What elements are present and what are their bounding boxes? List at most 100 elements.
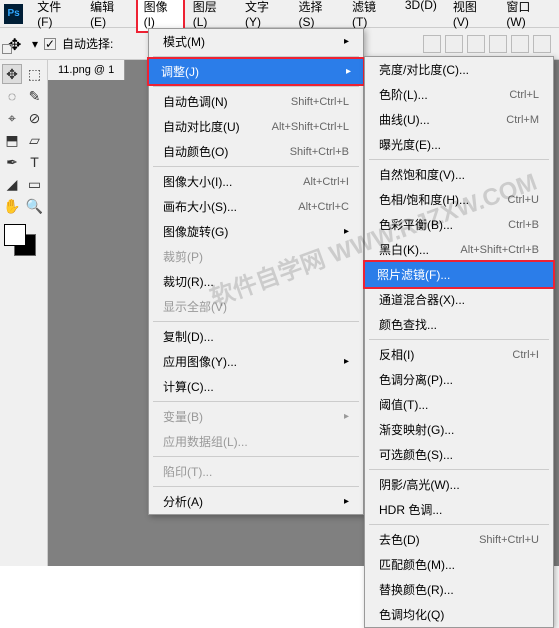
menu-item-应用图像Y[interactable]: 应用图像(Y)... [149, 349, 363, 374]
separator [369, 339, 549, 340]
dropdown-arrow-icon[interactable]: ▾ [32, 37, 38, 51]
tool-6[interactable]: ⬒ [2, 130, 22, 150]
menu-item-label: 颜色查找... [379, 316, 437, 333]
foreground-swatch[interactable] [4, 224, 26, 246]
menu-item-图像旋转G[interactable]: 图像旋转(G) [149, 219, 363, 244]
menu-item-自动色调N[interactable]: 自动色调(N)Shift+Ctrl+L [149, 89, 363, 114]
menu-item-label: 计算(C)... [163, 378, 214, 395]
menu-item-label: 裁切(R)... [163, 273, 214, 290]
menu-item-阴影/高光W[interactable]: 阴影/高光(W)... [365, 472, 553, 497]
menu-item-label: 曝光度(E)... [379, 136, 441, 153]
menu-item-照片滤镜F[interactable]: 照片滤镜(F)... [363, 260, 555, 289]
color-swatches[interactable] [2, 224, 45, 260]
menu-item-通道混合器X[interactable]: 通道混合器(X)... [365, 287, 553, 312]
document-tab[interactable]: 11.png @ 1 [48, 60, 125, 80]
menu-item-调整J[interactable]: 调整(J) [147, 57, 365, 86]
shortcut-label: Ctrl+L [509, 89, 539, 101]
tool-4[interactable]: ⌖ [2, 108, 22, 128]
tool-10[interactable]: ◢ [2, 174, 22, 194]
menu-item-label: 复制(D)... [163, 328, 214, 345]
menu-item-色相/饱和度H[interactable]: 色相/饱和度(H)...Ctrl+U [365, 187, 553, 212]
menu-item-色阶L[interactable]: 色阶(L)... Ctrl+L [365, 82, 553, 107]
menu-item-label: 自动色调(N) [163, 93, 228, 110]
align-icon[interactable] [423, 35, 441, 53]
menu-item-label: 反相(I) [379, 346, 414, 363]
shortcut-label: Ctrl+I [512, 349, 539, 361]
menu-文件F[interactable]: 文件(F) [29, 0, 82, 33]
menu-item-曝光度E[interactable]: 曝光度(E)... [365, 132, 553, 157]
menu-item-色彩平衡B[interactable]: 色彩平衡(B)...Ctrl+B [365, 212, 553, 237]
shortcut-label: Shift+Ctrl+B [290, 146, 349, 158]
quickmask-icon[interactable] [2, 44, 12, 54]
align-icon[interactable] [511, 35, 529, 53]
menu-item-label: 调整(J) [161, 63, 199, 80]
menu-item-阈值T[interactable]: 阈值(T)... [365, 392, 553, 417]
menu-3DD[interactable]: 3D(D) [397, 0, 445, 33]
menu-item-label: 去色(D) [379, 531, 420, 548]
tool-8[interactable]: ✒ [2, 152, 22, 172]
separator [153, 166, 359, 167]
menu-item-label: 裁剪(P) [163, 248, 203, 265]
menu-item-渐变映射G[interactable]: 渐变映射(G)... [365, 417, 553, 442]
tool-11[interactable]: ▭ [25, 174, 45, 194]
menu-item-label: 色调分离(P)... [379, 371, 453, 388]
menu-item-亮度/对比度C[interactable]: 亮度/对比度(C)... [365, 57, 553, 82]
align-icon[interactable] [445, 35, 463, 53]
shortcut-label: Alt+Shift+Ctrl+L [272, 121, 349, 133]
menu-item-曲线U[interactable]: 曲线(U)... Ctrl+M [365, 107, 553, 132]
menu-item-去色D[interactable]: 去色(D)Shift+Ctrl+U [365, 527, 553, 552]
menu-item-自动颜色O[interactable]: 自动颜色(O) Shift+Ctrl+B [149, 139, 363, 164]
menu-item-计算C[interactable]: 计算(C)... [149, 374, 363, 399]
align-icon[interactable] [467, 35, 485, 53]
menu-item-分析A[interactable]: 分析(A) [149, 489, 363, 514]
tool-1[interactable]: ⬚ [25, 64, 45, 84]
menu-item-复制D[interactable]: 复制(D)... [149, 324, 363, 349]
menu-item-label: 亮度/对比度(C)... [379, 61, 469, 78]
menu-item-label: 陷印(T)... [163, 463, 212, 480]
menu-item-自动对比度U[interactable]: 自动对比度(U)Alt+Shift+Ctrl+L [149, 114, 363, 139]
tool-0[interactable]: ✥ [2, 64, 22, 84]
shortcut-label: Ctrl+M [506, 114, 539, 126]
menu-item-自然饱和度V[interactable]: 自然饱和度(V)... [365, 162, 553, 187]
menu-item-反相I[interactable]: 反相(I) Ctrl+I [365, 342, 553, 367]
menu-item-色调分离P[interactable]: 色调分离(P)... [365, 367, 553, 392]
menu-编辑E[interactable]: 编辑(E) [82, 0, 136, 33]
menu-item-色调均化Q[interactable]: 色调均化(Q) [365, 602, 553, 627]
menu-item-黑白K[interactable]: 黑白(K)...Alt+Shift+Ctrl+B [365, 237, 553, 262]
auto-select-checkbox[interactable]: ✓ [44, 38, 56, 50]
align-icon[interactable] [489, 35, 507, 53]
tool-9[interactable]: T [25, 152, 45, 172]
align-icon[interactable] [533, 35, 551, 53]
tool-12[interactable]: ✋ [2, 196, 22, 216]
menu-item-label: 替换颜色(R)... [379, 581, 454, 598]
menu-item-可选颜色S[interactable]: 可选颜色(S)... [365, 442, 553, 467]
menu-窗口W[interactable]: 窗口(W) [498, 0, 555, 33]
tool-7[interactable]: ▱ [25, 130, 45, 150]
separator [369, 524, 549, 525]
menu-item-匹配颜色M[interactable]: 匹配颜色(M)... [365, 552, 553, 577]
menu-item-模式M[interactable]: 模式(M) [149, 29, 363, 54]
menu-item-HDR 色调[interactable]: HDR 色调... [365, 497, 553, 522]
tool-13[interactable]: 🔍 [25, 196, 45, 216]
menu-item-label: 曲线(U)... [379, 111, 430, 128]
menu-item-label: 图像大小(I)... [163, 173, 232, 190]
menu-item-label: 阴影/高光(W)... [379, 476, 460, 493]
menu-item-图像大小I[interactable]: 图像大小(I)...Alt+Ctrl+I [149, 169, 363, 194]
menu-item-画布大小S[interactable]: 画布大小(S)...Alt+Ctrl+C [149, 194, 363, 219]
align-icons-group [423, 35, 551, 53]
tool-3[interactable]: ✎ [25, 86, 45, 106]
menu-item-label: 黑白(K)... [379, 241, 429, 258]
menu-item-label: 模式(M) [163, 33, 205, 50]
menu-item-label: 自动颜色(O) [163, 143, 228, 160]
menu-item-替换颜色R[interactable]: 替换颜色(R)... [365, 577, 553, 602]
tool-5[interactable]: ⊘ [25, 108, 45, 128]
menu-item-label: 色阶(L)... [379, 86, 428, 103]
tool-2[interactable]: ◌ [2, 86, 22, 106]
menu-item-label: 应用图像(Y)... [163, 353, 237, 370]
menu-item-显示全部V: 显示全部(V) [149, 294, 363, 319]
menu-item-label: 可选颜色(S)... [379, 446, 453, 463]
menu-item-裁切R[interactable]: 裁切(R)... [149, 269, 363, 294]
menu-item-颜色查找[interactable]: 颜色查找... [365, 312, 553, 337]
separator [153, 401, 359, 402]
menu-视图V[interactable]: 视图(V) [445, 0, 499, 33]
